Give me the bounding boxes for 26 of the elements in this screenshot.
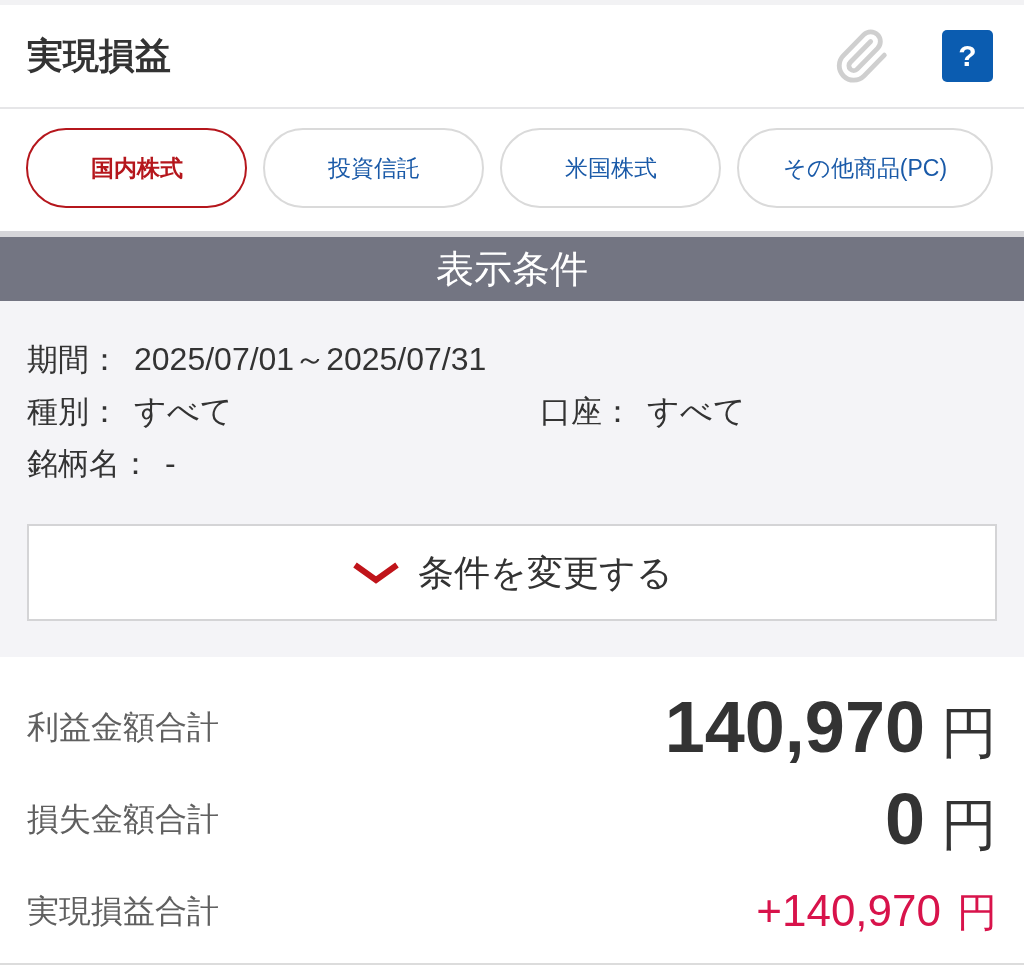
profit-value: +140,970 xyxy=(756,889,941,933)
summary-label: 実現損益合計 xyxy=(27,895,219,927)
currency-unit: 円 xyxy=(957,892,997,932)
condition-label: 銘柄名： xyxy=(27,447,151,479)
section-title: 表示条件 xyxy=(436,250,588,288)
amount-value: 0 xyxy=(884,783,925,855)
currency-unit: 円 xyxy=(941,797,997,853)
amount-value: 140,970 xyxy=(664,691,925,763)
chevron-down-icon xyxy=(351,561,400,584)
condition-label: 種別： xyxy=(27,395,120,427)
condition-value: 2025/07/01～2025/07/31 xyxy=(134,343,487,375)
condition-label: 期間： xyxy=(27,343,120,375)
condition-value: すべて xyxy=(134,395,233,427)
change-conditions-button[interactable]: 条件を変更する xyxy=(27,524,997,621)
summary-label: 損失金額合計 xyxy=(27,803,219,835)
category-tab[interactable]: 投資信託 xyxy=(263,128,484,208)
category-tab[interactable]: その他商品(PC) xyxy=(737,128,993,208)
summary-label: 利益金額合計 xyxy=(27,711,219,743)
help-button[interactable]: ? xyxy=(942,30,993,82)
category-tab[interactable]: 国内株式 xyxy=(26,128,247,208)
condition-value: - xyxy=(165,447,176,479)
page-title: 実現損益 xyxy=(27,38,171,74)
condition-label: 口座： xyxy=(540,395,633,427)
category-tab[interactable]: 米国株式 xyxy=(500,128,721,208)
currency-unit: 円 xyxy=(941,705,997,761)
condition-value: すべて xyxy=(647,395,746,427)
